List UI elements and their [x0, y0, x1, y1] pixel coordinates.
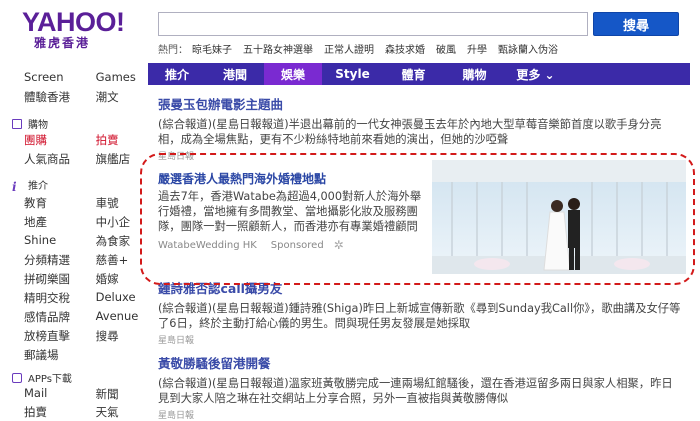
sidebar-link[interactable]: Screen — [24, 70, 96, 84]
sidebar-section-apps: APPs下載 — [12, 370, 72, 385]
search-button[interactable]: 搜尋 — [593, 12, 679, 36]
sidebar-link[interactable]: Avenue — [96, 309, 144, 325]
news-summary: (綜合報道)(星島日報報道)鍾詩雅(Shiga)昨日上新城宣傳新歌《尋到Sund… — [158, 302, 681, 330]
sidebar-link[interactable]: Games — [96, 70, 144, 84]
sidebar-link[interactable]: 拍賣 — [96, 132, 144, 148]
trending-item[interactable]: 甄詠蘭入伪浴 — [498, 45, 558, 56]
trending-item[interactable]: 升學 — [467, 45, 487, 56]
sidebar-link[interactable]: Mail — [24, 386, 96, 402]
section-label: APPs下載 — [28, 374, 72, 385]
news-source: 星島日報 — [158, 411, 195, 421]
sidebar-link[interactable]: Deluxe — [96, 290, 144, 306]
sidebar: Screen Games 體驗香港 潮文 購物 團購 拍賣 人氣商品 旗艦店 i… — [0, 64, 148, 420]
sidebar-link[interactable]: 拍賣 — [24, 404, 96, 420]
news-summary: (綜合報道)(星島日報報道)半退出幕前的一代女神張曼玉去年於內地大型草莓音樂節首… — [158, 118, 662, 146]
news-summary: (綜合報道)(星島日報報道)溫家班黃敬勝完成一連兩場紅館騷後，還在香港逗留多兩日… — [158, 377, 673, 405]
sidebar-link[interactable]: 婚嫁 — [96, 271, 144, 287]
sidebar-section-recommend: i 推介 — [12, 177, 48, 194]
sidebar-link[interactable]: 中小企 — [96, 214, 144, 230]
sidebar-row: 人氣商品 旗艦店 — [24, 151, 144, 167]
sidebar-link[interactable]: 放榜直擊 — [24, 328, 96, 344]
sidebar-link[interactable]: 人氣商品 — [24, 151, 96, 167]
sidebar-row: 郵議場 — [24, 347, 144, 363]
sidebar-link[interactable]: 天氣 — [96, 404, 144, 420]
news-item[interactable]: 黃敬勝騷後留港開餐 (綜合報道)(星島日報報道)溫家班黃敬勝完成一連兩場紅館騷後… — [158, 353, 683, 421]
tab-entertainment[interactable]: 娛樂 — [264, 63, 322, 85]
sidebar-link[interactable]: 體驗香港 — [24, 89, 96, 105]
tab-shopping[interactable]: 購物 — [444, 63, 505, 85]
sidebar-link[interactable]: 地產 — [24, 214, 96, 230]
sidebar-link[interactable]: 慈善+ — [96, 252, 144, 268]
sidebar-link[interactable]: 新聞 — [96, 386, 144, 402]
sidebar-row: 拍賣 天氣 — [24, 404, 144, 420]
sidebar-row: 感情品牌 Avenue — [24, 309, 144, 325]
sidebar-link[interactable]: 拼砌樂園 — [24, 271, 96, 287]
sidebar-row: Screen Games — [24, 70, 144, 84]
trending-label: 熱門： — [158, 45, 188, 56]
trending-item[interactable]: 正常人證明 — [324, 45, 374, 56]
section-label: 推介 — [28, 181, 48, 192]
sidebar-row: 拼砌樂園 婚嫁 — [24, 271, 144, 287]
news-title[interactable]: 張曼玉包辦電影主題曲 — [158, 94, 683, 113]
tab-more[interactable]: 更多 ⌄ — [505, 63, 566, 85]
sidebar-row: Mail 新聞 — [24, 386, 144, 402]
phone-icon — [12, 372, 22, 383]
trending-bar: 熱門： 晾毛妹子 五十路女神選舉 正常人證明 森技求婚 破風 升學 甄詠蘭入伪浴 — [158, 41, 569, 56]
news-source: 星島日報 — [158, 336, 195, 346]
sidebar-link[interactable]: 搜尋 — [96, 328, 144, 344]
sidebar-link[interactable]: 潮文 — [96, 89, 144, 105]
sidebar-link[interactable]: 為食家 — [96, 233, 144, 249]
news-item[interactable]: 張曼玉包辦電影主題曲 (綜合報道)(星島日報報道)半退出幕前的一代女神張曼玉去年… — [158, 94, 683, 162]
tab-sports[interactable]: 體育 — [383, 63, 444, 85]
sidebar-link[interactable]: 旗艦店 — [96, 151, 144, 167]
sidebar-row: 放榜直擊 搜尋 — [24, 328, 144, 344]
news-item[interactable]: 鍾詩雅否認call攝男友 (綜合報道)(星島日報報道)鍾詩雅(Shiga)昨日上… — [158, 278, 683, 346]
sidebar-section-shopping: 購物 — [12, 116, 48, 131]
trending-item[interactable]: 晾毛妹子 — [192, 45, 232, 56]
tab-local-news[interactable]: 港聞 — [206, 63, 264, 85]
sidebar-row: 團購 拍賣 — [24, 132, 144, 148]
tab-style[interactable]: Style — [322, 63, 383, 85]
sidebar-link[interactable]: 精明交稅 — [24, 290, 96, 306]
section-label: 購物 — [28, 120, 48, 131]
sidebar-link[interactable]: 教育 — [24, 195, 96, 211]
logo-main: YAHOO! — [22, 7, 125, 37]
sidebar-link[interactable]: Shine — [24, 233, 96, 249]
sidebar-link[interactable]: 車號 — [96, 195, 144, 211]
sidebar-link[interactable]: 郵議場 — [24, 347, 98, 363]
search-input[interactable] — [158, 12, 588, 36]
category-nav: 推介 港聞 娛樂 Style 體育 購物 更多 ⌄ — [148, 63, 690, 85]
tab-recommend[interactable]: 推介 — [148, 63, 206, 85]
yahoo-logo[interactable]: YAHOO! 雅虎香港 — [22, 8, 125, 50]
logo-sub: 雅虎香港 — [34, 36, 91, 50]
sidebar-row: 體驗香港 潮文 — [24, 89, 144, 105]
news-title[interactable]: 黃敬勝騷後留港開餐 — [158, 353, 683, 372]
sidebar-row: 地產 中小企 — [24, 214, 144, 230]
sidebar-link[interactable]: 團購 — [24, 132, 96, 148]
info-icon: i — [12, 179, 17, 194]
trending-item[interactable]: 五十路女神選舉 — [243, 45, 313, 56]
sidebar-link[interactable]: 感情品牌 — [24, 309, 96, 325]
trending-item[interactable]: 破風 — [436, 45, 456, 56]
header: YAHOO! 雅虎香港 搜尋 熱門： 晾毛妹子 五十路女神選舉 正常人證明 森技求婚 破風… — [0, 0, 700, 60]
trending-item[interactable]: 森技求婚 — [385, 45, 425, 56]
highlight-box — [140, 153, 695, 285]
sidebar-row: 分頻精選 慈善+ — [24, 252, 144, 268]
sidebar-row: 精明交稅 Deluxe — [24, 290, 144, 306]
sidebar-row: Shine 為食家 — [24, 233, 144, 249]
shopping-bag-icon — [12, 118, 22, 129]
sidebar-row: 教育 車號 — [24, 195, 144, 211]
sidebar-link[interactable]: 分頻精選 — [24, 252, 96, 268]
